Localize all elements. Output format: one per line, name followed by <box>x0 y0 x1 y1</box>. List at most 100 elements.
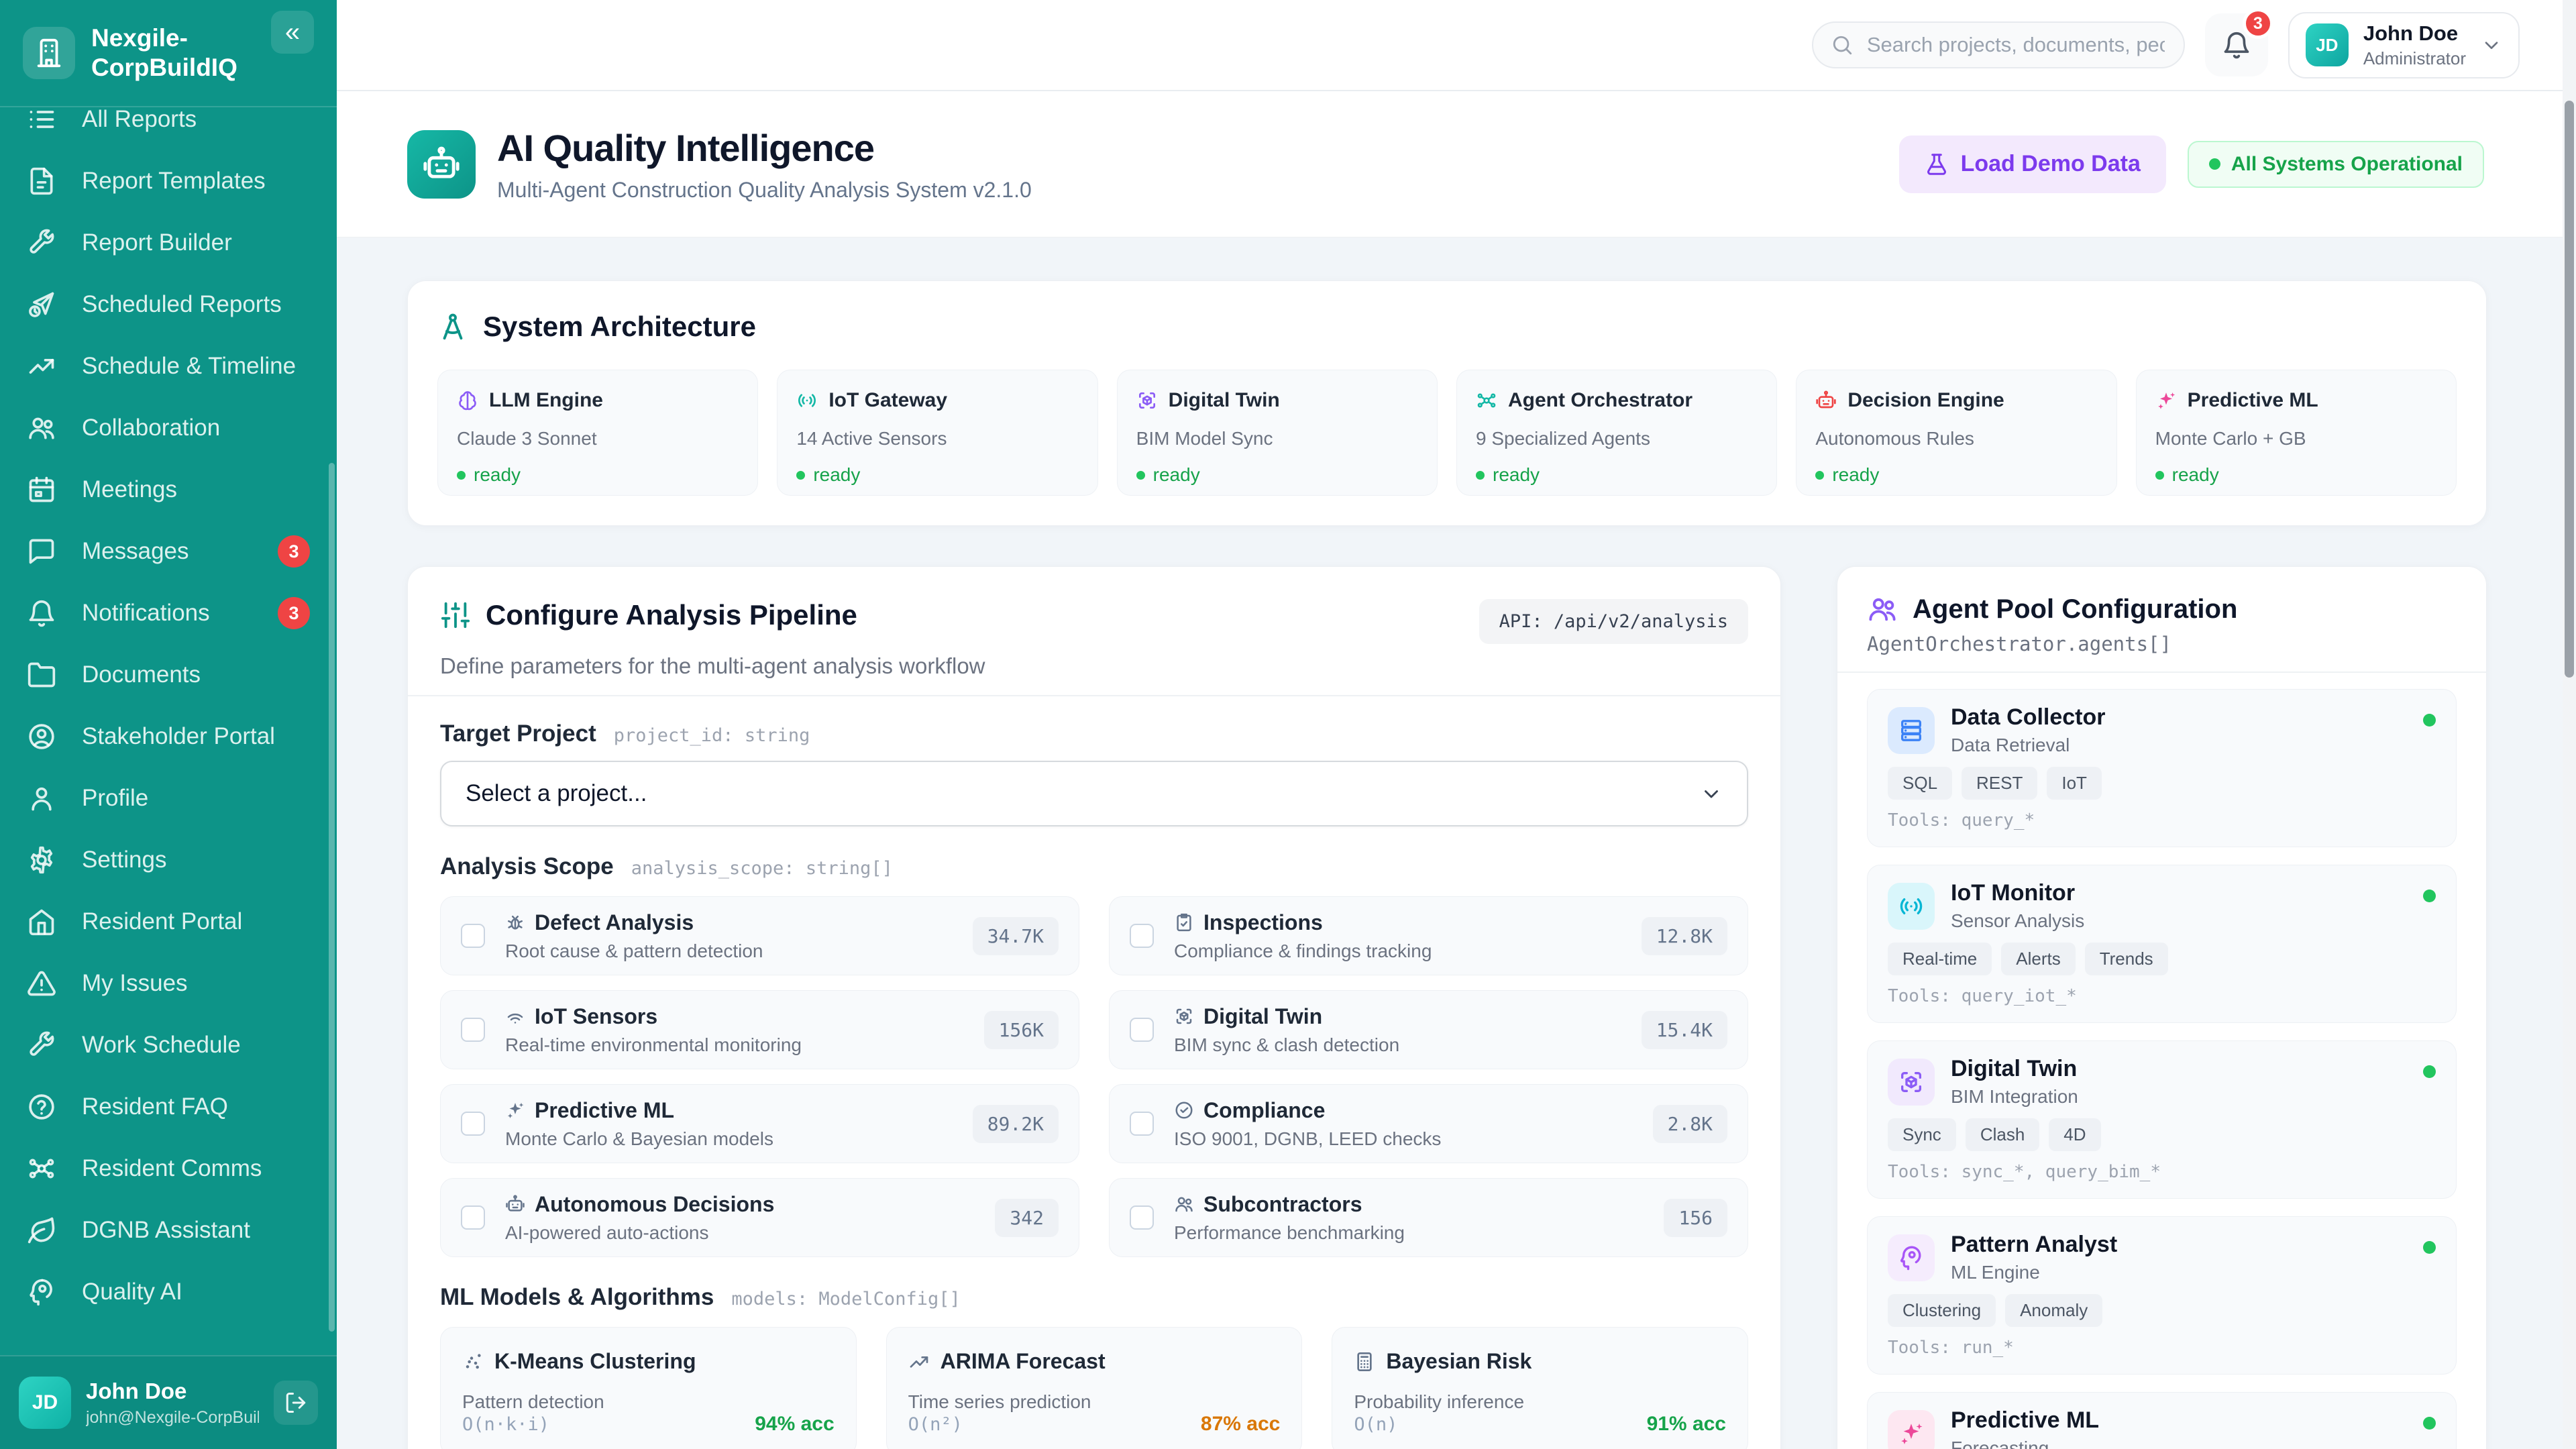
component-description: Claude 3 Sonnet <box>457 428 739 449</box>
scope-option[interactable]: Predictive ML Monte Carlo & Bayesian mod… <box>440 1084 1079 1163</box>
component-header: IoT Gateway <box>796 389 1078 412</box>
sidebar-item[interactable]: Stakeholder Portal <box>0 706 337 767</box>
robot-icon <box>1815 390 1837 411</box>
agent-text: Pattern Analyst ML Engine <box>1951 1232 2117 1283</box>
sidebar-item[interactable]: Resident FAQ <box>0 1076 337 1138</box>
sparkles-icon <box>505 1100 525 1120</box>
sidebar-item[interactable]: Meetings <box>0 459 337 521</box>
avatar: JD <box>19 1377 71 1429</box>
logout-button[interactable] <box>274 1381 318 1425</box>
configure-pipeline-card: Configure Analysis Pipeline API: /api/v2… <box>407 566 1781 1449</box>
agent-pool-type-hint: AgentOrchestrator.agents[] <box>1867 633 2457 655</box>
scope-option-name: Predictive ML <box>535 1098 674 1123</box>
sidebar-scrollbar-thumb[interactable] <box>329 463 335 1332</box>
component-status: ready <box>1476 464 1758 486</box>
scope-option-description: AI-powered auto-actions <box>505 1222 774 1244</box>
ready-label: ready <box>1832 464 1879 486</box>
scope-option[interactable]: Inspections Compliance & findings tracki… <box>1109 896 1748 975</box>
checkbox[interactable] <box>1130 1018 1154 1042</box>
notifications-button[interactable]: 3 <box>2205 13 2268 76</box>
ml-model-accuracy: 94% acc <box>755 1413 834 1436</box>
app-logo: Nexgile-CorpBuildIQ « <box>0 0 337 107</box>
scope-option-text: Digital Twin BIM sync & clash detection <box>1174 1004 1399 1056</box>
sidebar-item-label: Resident FAQ <box>82 1093 228 1120</box>
agent-tag: Real-time <box>1888 943 1992 975</box>
sidebar-item[interactable]: Messages 3 <box>0 521 337 582</box>
agent-tag: 4D <box>2049 1118 2100 1151</box>
home-icon <box>27 907 56 936</box>
sidebar-item[interactable]: My Issues <box>0 953 337 1014</box>
scope-option-count: 15.4K <box>1642 1011 1727 1049</box>
checkbox[interactable] <box>461 1112 485 1136</box>
sidebar-item[interactable]: Report Builder <box>0 212 337 274</box>
sidebar-item[interactable]: Collaboration <box>0 397 337 459</box>
scope-option-text: Predictive ML Monte Carlo & Bayesian mod… <box>505 1098 773 1150</box>
sidebar-item[interactable]: Resident Portal <box>0 891 337 953</box>
analysis-scope-label-row: Analysis Scope analysis_scope: string[] <box>440 853 1748 880</box>
sidebar-item[interactable]: DGNB Assistant <box>0 1199 337 1261</box>
sidebar-item[interactable]: Scheduled Reports <box>0 274 337 335</box>
component-name: Predictive ML <box>2188 389 2318 412</box>
architecture-grid: LLM Engine Claude 3 Sonnet ready IoT Gat… <box>437 370 2457 496</box>
agent-tags: ClusteringAnomaly <box>1888 1294 2436 1327</box>
component-status: ready <box>1136 464 1418 486</box>
compass-icon <box>437 311 468 342</box>
scope-option[interactable]: Compliance ISO 9001, DGNB, LEED checks 2… <box>1109 1084 1748 1163</box>
checkbox[interactable] <box>1130 1205 1154 1230</box>
sidebar-item[interactable]: Notifications 3 <box>0 582 337 644</box>
scope-option[interactable]: Digital Twin BIM sync & clash detection … <box>1109 990 1748 1069</box>
sidebar-user-email: john@Nexgile-CorpBuil... <box>86 1408 259 1428</box>
sidebar-collapse-button[interactable]: « <box>271 11 314 54</box>
sidebar-item[interactable]: Profile <box>0 767 337 829</box>
agent-role: BIM Integration <box>1951 1086 2078 1108</box>
component-header: LLM Engine <box>457 389 739 412</box>
page-scrollbar[interactable] <box>2563 0 2576 1449</box>
agent-name: IoT Monitor <box>1951 880 2084 906</box>
scope-option[interactable]: Autonomous Decisions AI-powered auto-act… <box>440 1178 1079 1257</box>
sidebar-item[interactable]: Schedule & Timeline <box>0 335 337 397</box>
scope-option-name: Defect Analysis <box>535 910 694 935</box>
sparkles-icon <box>1898 1420 1925 1447</box>
user-name: John Doe <box>2363 21 2466 46</box>
calculator-icon <box>1354 1351 1375 1373</box>
search-input[interactable] <box>1866 32 2166 58</box>
sidebar-user-name: John Doe <box>86 1379 259 1404</box>
checkbox[interactable] <box>1130 1112 1154 1136</box>
component-description: 14 Active Sensors <box>796 428 1078 449</box>
project-select[interactable]: Select a project... <box>440 761 1748 826</box>
scope-option-text: Autonomous Decisions AI-powered auto-act… <box>505 1192 774 1244</box>
sidebar-item[interactable]: All Reports <box>0 107 337 150</box>
sidebar-item[interactable]: Documents <box>0 644 337 706</box>
field-label: Target Project <box>440 720 596 747</box>
system-status-label: All Systems Operational <box>2231 153 2463 176</box>
checkbox[interactable] <box>461 924 485 948</box>
checkbox[interactable] <box>461 1018 485 1042</box>
sidebar-item[interactable]: Work Schedule <box>0 1014 337 1076</box>
section-title: Agent Pool Configuration <box>1913 594 2237 625</box>
field-type-hint: project_id: string <box>614 725 810 746</box>
sidebar-item[interactable]: Report Templates <box>0 150 337 212</box>
checkbox[interactable] <box>461 1205 485 1230</box>
agent-card: Data Collector Data Retrieval SQLRESTIoT… <box>1867 689 2457 847</box>
folder-icon <box>27 660 56 690</box>
component-header: Decision Engine <box>1815 389 2097 412</box>
scope-option[interactable]: Subcontractors Performance benchmarking … <box>1109 1178 1748 1257</box>
user-role: Administrator <box>2363 48 2466 69</box>
cube-icon <box>1898 1069 1925 1095</box>
page-scrollbar-thumb[interactable] <box>2565 101 2574 678</box>
checkbox[interactable] <box>1130 924 1154 948</box>
ml-model-header: Bayesian Risk <box>1354 1349 1726 1374</box>
load-demo-data-button[interactable]: Load Demo Data <box>1899 136 2166 193</box>
tools-icon <box>27 228 56 258</box>
global-search[interactable] <box>1812 21 2185 68</box>
user-menu[interactable]: JD John Doe Administrator <box>2288 12 2520 78</box>
scope-option[interactable]: IoT Sensors Real-time environmental moni… <box>440 990 1079 1069</box>
sidebar-item[interactable]: Settings <box>0 829 337 891</box>
scope-option[interactable]: Defect Analysis Root cause & pattern det… <box>440 896 1079 975</box>
ready-dot <box>796 471 805 480</box>
bug-icon <box>505 912 525 932</box>
component-status: ready <box>796 464 1078 486</box>
sidebar-item[interactable]: Quality AI <box>0 1261 337 1323</box>
sidebar-item[interactable]: Resident Comms <box>0 1138 337 1199</box>
page-title-block: AI Quality Intelligence Multi-Agent Cons… <box>497 126 1032 203</box>
